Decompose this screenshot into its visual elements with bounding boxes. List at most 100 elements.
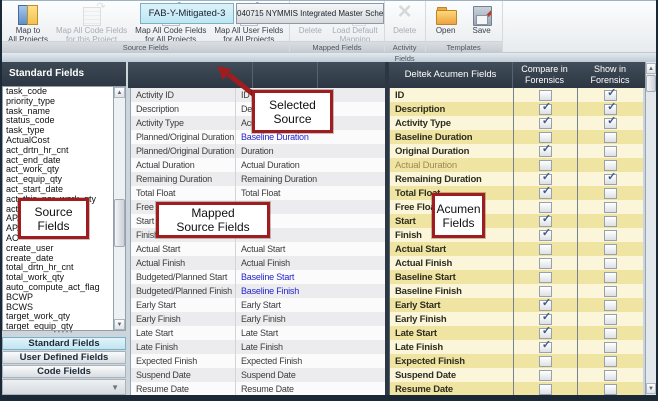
mapping-row[interactable]: Budgeted/Planned FinishBaseline Finish [131,284,385,298]
compare-checkbox[interactable] [539,300,552,311]
mapped-field-cell[interactable]: Expected Finish [235,354,385,368]
mapping-row[interactable]: Early FinishEarly Finish [131,312,385,326]
show-checkbox[interactable] [604,188,617,199]
mapped-field-cell[interactable]: Actual Start [235,242,385,256]
sidebar-nav-user-defined-fields[interactable]: User Defined Fields [2,351,126,364]
compare-checkbox[interactable] [539,216,552,227]
show-checkbox[interactable] [604,370,617,381]
show-checkbox[interactable] [604,90,617,101]
list-item[interactable]: task_type [3,126,113,136]
mapped-field-cell[interactable]: Early Finish [235,312,385,326]
list-item[interactable]: act_work_qty [3,165,113,175]
mapping-row[interactable]: Budgeted/Planned StartBaseline Start [131,270,385,284]
list-item[interactable]: task_code [3,87,113,97]
show-checkbox[interactable] [604,118,617,129]
scroll-up-icon[interactable]: ▲ [114,87,125,98]
ribbon-button-save[interactable]: Save [464,2,500,36]
acumen-field-row[interactable]: Remaining Duration [390,172,643,186]
show-checkbox[interactable] [604,356,617,367]
compare-checkbox[interactable] [539,230,552,241]
mapping-row[interactable]: Late StartLate Start [131,326,385,340]
list-item[interactable]: act_equip_qty [3,175,113,185]
acumen-field-row[interactable]: Suspend Date [390,368,643,382]
scroll-down-icon[interactable]: ▼ [646,383,656,394]
acumen-field-row[interactable]: ID [390,88,643,102]
mapping-row[interactable]: Late FinishLate Finish [131,340,385,354]
show-checkbox[interactable] [604,300,617,311]
mapping-row[interactable]: Expected FinishExpected Finish [131,354,385,368]
scroll-down-icon[interactable]: ▼ [114,319,125,330]
acumen-field-row[interactable]: Baseline Finish [390,284,643,298]
mapped-field-cell[interactable]: Late Finish [235,340,385,354]
scroll-up-icon[interactable]: ▲ [646,63,656,74]
mapped-field-cell[interactable]: Early Start [235,298,385,312]
acumen-field-row[interactable]: Late Finish [390,340,643,354]
mapping-row[interactable]: Suspend DateSuspend Date [131,368,385,382]
show-checkbox[interactable] [604,202,617,213]
compare-checkbox[interactable] [539,146,552,157]
compare-checkbox[interactable] [539,286,552,297]
list-item[interactable]: create_date [3,254,113,264]
compare-checkbox[interactable] [539,104,552,115]
mapped-field-cell[interactable]: Remaining Duration [235,172,385,186]
acumen-field-row[interactable]: Actual Duration [390,158,643,172]
acumen-field-row[interactable]: Actual Finish [390,256,643,270]
mapping-row[interactable]: Resume DateResume Date [131,382,385,396]
acumen-field-row[interactable]: Resume Date [390,382,643,396]
source-tab-fab-y-mitigated-3[interactable]: FAB-Y-Mitigated-3 [140,3,234,24]
compare-checkbox[interactable] [539,160,552,171]
list-item[interactable]: task_name [3,107,113,117]
compare-checkbox[interactable] [539,118,552,129]
list-item[interactable]: total_drtn_hr_cnt [3,263,113,273]
ribbon-button-map-to-all-projects[interactable]: Map toAll Projects [4,2,52,44]
acumen-field-row[interactable]: Start [390,214,643,228]
source-tab-040715-nymmis-integrated[interactable]: 040715 NYMMIS Integrated Master Schedule [236,3,384,24]
show-checkbox[interactable] [604,174,617,185]
show-checkbox[interactable] [604,244,617,255]
acumen-field-row[interactable]: Activity Type [390,116,643,130]
show-checkbox[interactable] [604,132,617,143]
show-checkbox[interactable] [604,384,617,395]
acumen-field-row[interactable]: Description [390,102,643,116]
list-item[interactable]: status_code [3,116,113,126]
show-checkbox[interactable] [604,104,617,115]
show-checkbox[interactable] [604,216,617,227]
mapped-field-cell[interactable]: Late Start [235,326,385,340]
show-checkbox[interactable] [604,342,617,353]
acumen-field-row[interactable]: Original Duration [390,144,643,158]
show-checkbox[interactable] [604,160,617,171]
mapping-row[interactable]: Planned/Original DurationDuration [131,144,385,158]
compare-checkbox[interactable] [539,258,552,269]
compare-checkbox[interactable] [539,202,552,213]
mapped-field-cell[interactable]: Suspend Date [235,368,385,382]
show-checkbox[interactable] [604,314,617,325]
compare-checkbox[interactable] [539,342,552,353]
scrollbar-thumb[interactable] [646,75,656,92]
mapped-field-cell[interactable]: Actual Duration [235,158,385,172]
show-checkbox[interactable] [604,230,617,241]
list-item[interactable]: act_end_date [3,156,113,166]
acumen-field-row[interactable]: Expected Finish [390,354,643,368]
scrollbar-thumb[interactable] [114,199,125,247]
mapped-field-cell[interactable]: Actual Finish [235,256,385,270]
sidebar-nav-standard-fields[interactable]: Standard Fields [2,337,126,350]
show-checkbox[interactable] [604,258,617,269]
acumen-field-row[interactable]: Baseline Start [390,270,643,284]
compare-checkbox[interactable] [539,328,552,339]
list-item[interactable]: ActualCost [3,136,113,146]
mapped-field-cell[interactable]: Baseline Start [235,270,385,284]
mapping-row[interactable]: Remaining DurationRemaining Duration [131,172,385,186]
compare-checkbox[interactable] [539,174,552,185]
compare-checkbox[interactable] [539,132,552,143]
acumen-field-row[interactable]: Baseline Duration [390,130,643,144]
acumen-field-row[interactable]: Early Finish [390,312,643,326]
ribbon-button-open[interactable]: Open [428,2,464,36]
show-checkbox[interactable] [604,146,617,157]
compare-checkbox[interactable] [539,188,552,199]
mapped-field-cell[interactable]: Resume Date [235,382,385,396]
list-item[interactable]: target_work_qty [3,312,113,322]
list-item[interactable]: BCWS [3,303,113,313]
list-item[interactable]: act_drtn_hr_cnt [3,146,113,156]
list-item[interactable]: total_work_qty [3,273,113,283]
list-item[interactable]: create_user [3,244,113,254]
